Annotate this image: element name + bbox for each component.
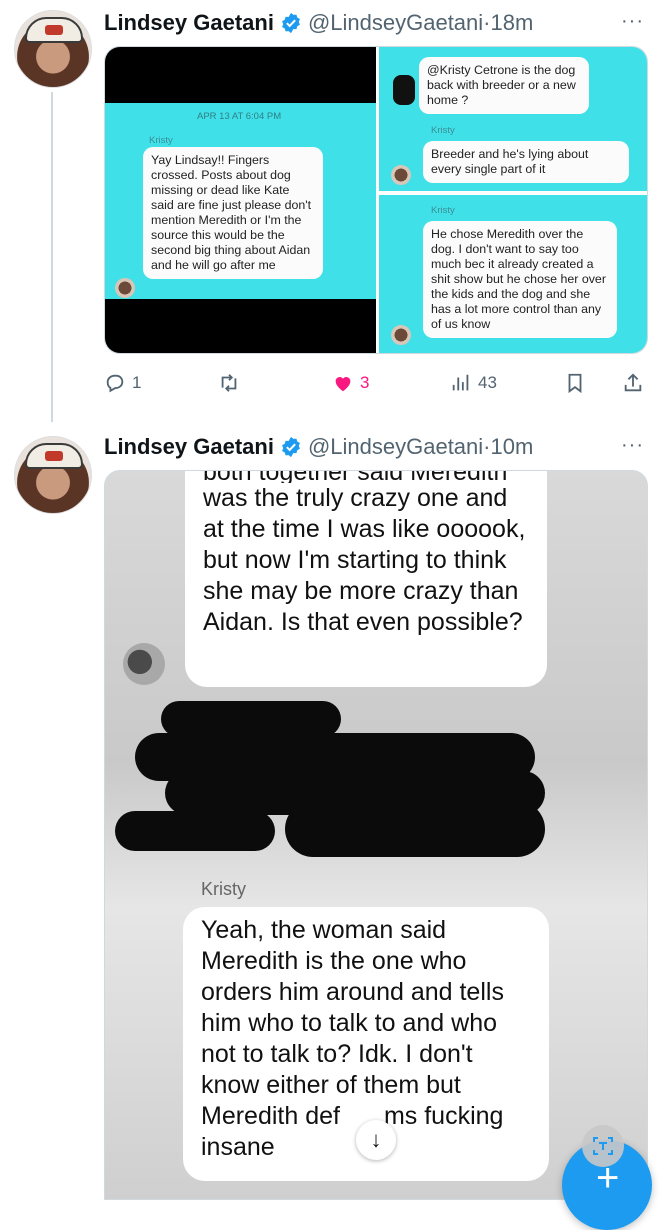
separator: · — [483, 10, 491, 35]
media-image-bottom-right[interactable]: Kristy He chose Meredith over the dog. I… — [379, 195, 647, 353]
reply-count: 1 — [132, 373, 142, 392]
scroll-down-button[interactable]: ↓ — [356, 1120, 396, 1160]
like-button[interactable]: 3 — [332, 372, 369, 394]
reply-bubble: Breeder and he's lying about every singl… — [423, 141, 629, 183]
verified-badge-icon — [282, 12, 300, 34]
sender-avatar — [391, 165, 411, 185]
retweet-icon — [221, 374, 237, 392]
reply-button[interactable]: 1 — [104, 372, 141, 394]
more-options-button[interactable]: ··· — [621, 434, 644, 457]
tweet-media-grid[interactable]: APR 13 AT 6:04 PM Kristy Yay Lindsay!! F… — [104, 46, 648, 354]
bookmark-icon — [568, 373, 582, 394]
view-count: 43 — [478, 373, 497, 392]
message-text: was the truly crazy one and at the time … — [203, 484, 526, 636]
message-text: Yeah, the woman said Meredith is the one… — [201, 916, 504, 1130]
views-icon — [452, 374, 469, 391]
scan-text-icon — [593, 1137, 613, 1155]
sender-label: Kristy — [201, 879, 246, 899]
chat-screenshot-left: APR 13 AT 6:04 PM Kristy Yay Lindsay!! F… — [105, 103, 376, 299]
timestamp[interactable]: 18m — [491, 10, 534, 36]
avatar[interactable] — [14, 436, 92, 514]
tweet-media-image[interactable]: both together said Meredith was the trul… — [104, 470, 648, 1200]
scan-text-button[interactable] — [582, 1125, 624, 1167]
message-bubble: Yay Lindsay!! Fingers crossed. Posts abo… — [143, 147, 323, 279]
author-name[interactable]: Lindsey Gaetani — [104, 10, 274, 36]
question-bubble: @Kristy Cetrone is the dog back with bre… — [419, 57, 589, 114]
redaction-mark — [393, 75, 415, 105]
media-image-top-right[interactable]: @Kristy Cetrone is the dog back with bre… — [379, 47, 647, 191]
avatar[interactable] — [14, 10, 92, 88]
message-bubble: He chose Meredith over the dog. I don't … — [423, 221, 617, 338]
message-bubble-top: both together said Meredith was the trul… — [185, 471, 547, 687]
cut-off-line: both together said Meredith — [203, 471, 529, 483]
sender-label: Kristy — [431, 125, 455, 136]
sender-avatar — [115, 278, 135, 298]
chevron-down-icon: ↓ — [370, 1127, 382, 1152]
timestamp[interactable]: 10m — [491, 434, 534, 460]
message-timestamp: APR 13 AT 6:04 PM — [197, 111, 282, 122]
redaction-scribble — [161, 701, 341, 737]
sender-avatar — [123, 643, 165, 685]
share-button[interactable] — [622, 372, 644, 394]
views-button[interactable]: 43 — [450, 372, 497, 394]
sender-label: Kristy — [149, 135, 173, 146]
redaction-scribble — [285, 801, 545, 857]
sender-avatar — [391, 325, 411, 345]
tweet-header: Lindsey Gaetani @LindseyGaetani · 10m — [104, 430, 533, 464]
redaction-scribble — [115, 811, 275, 851]
separator: · — [483, 434, 491, 459]
bookmark-button[interactable] — [564, 372, 586, 394]
media-image-left[interactable]: APR 13 AT 6:04 PM Kristy Yay Lindsay!! F… — [105, 47, 376, 353]
author-name[interactable]: Lindsey Gaetani — [104, 434, 274, 460]
retweet-button[interactable] — [218, 372, 246, 394]
author-handle[interactable]: @LindseyGaetani — [308, 10, 483, 36]
more-options-button[interactable]: ··· — [621, 10, 644, 33]
author-handle[interactable]: @LindseyGaetani — [308, 434, 483, 460]
verified-badge-icon — [282, 436, 300, 458]
tweet-1[interactable]: Lindsey Gaetani @LindseyGaetani · 18m ··… — [0, 0, 662, 430]
sender-label: Kristy — [431, 205, 455, 216]
heart-icon — [335, 377, 351, 392]
reply-icon — [106, 374, 124, 393]
like-count: 3 — [360, 373, 370, 392]
tweet-header: Lindsey Gaetani @LindseyGaetani · 18m — [104, 6, 533, 40]
share-icon — [624, 373, 642, 392]
action-bar: 1 3 43 — [104, 368, 644, 398]
